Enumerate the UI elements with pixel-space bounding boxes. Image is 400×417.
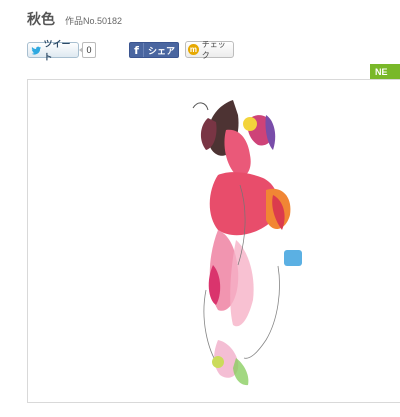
tweet-label: ツイート: [43, 39, 71, 62]
twitter-bird-icon: [31, 46, 42, 55]
artwork-frame: [27, 79, 400, 403]
mixi-check-button[interactable]: m チェック: [185, 39, 234, 60]
new-badge: NE: [370, 64, 400, 79]
artwork-title: 秋色: [27, 11, 55, 27]
mixi-check-label: チェック: [201, 39, 226, 60]
tweet-button[interactable]: ツイート: [27, 39, 79, 62]
work-number: 作品No.50182: [65, 16, 123, 26]
artwork-header: 秋色 作品No.50182: [27, 9, 122, 29]
artwork-image[interactable]: [178, 90, 308, 390]
facebook-share-label: シェア: [148, 45, 176, 56]
tweet-count: 0: [79, 42, 96, 58]
share-buttons: ツイート 0 f シェア m チェック: [27, 39, 400, 62]
facebook-share-button[interactable]: f シェア: [129, 42, 179, 58]
mixi-icon: m: [188, 44, 199, 55]
facebook-icon: f: [130, 43, 144, 57]
